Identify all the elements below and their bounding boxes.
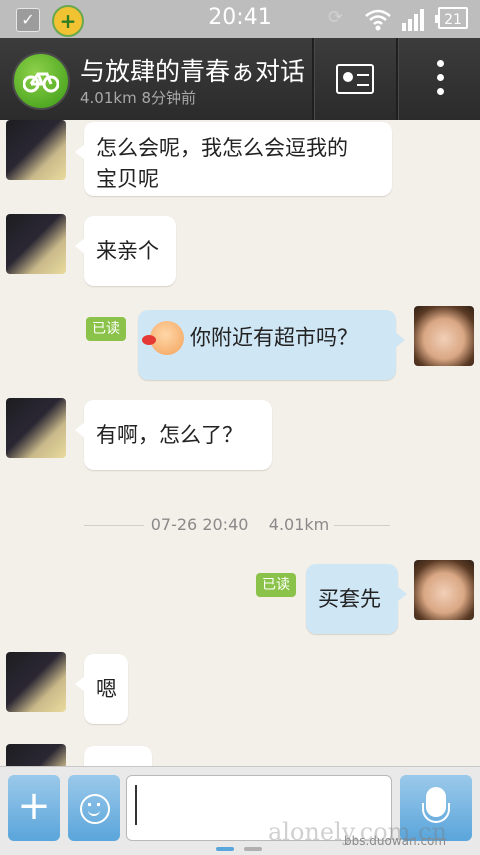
page-indicator xyxy=(216,847,266,853)
read-badge: 已读 xyxy=(256,573,296,597)
message-text: 有啊，怎么了？ xyxy=(96,423,243,447)
message-bubble-self[interactable]: 你附近有超市吗？ xyxy=(138,310,405,380)
message-text-line: 宝贝呢 xyxy=(96,167,159,191)
signal-icon xyxy=(402,9,424,31)
contact-avatar[interactable] xyxy=(6,652,66,712)
chat-header: 与放肆的青春ぁ对话 4.01km 8分钟前 xyxy=(0,38,480,120)
contact-avatar[interactable] xyxy=(6,120,66,180)
self-avatar[interactable] xyxy=(414,560,474,620)
message-list[interactable]: 怎么会呢，我怎么会逗我的 宝贝呢 来亲个 已读 你附近有超市吗？ 有啊，怎么了？… xyxy=(0,120,480,766)
chat-title: 与放肆的青春ぁ对话 xyxy=(80,57,306,86)
wifi-icon xyxy=(365,9,391,31)
time-separator: 07-26 20:40 4.01km xyxy=(0,515,480,534)
message-bubble[interactable]: 怎么会呢，我怎么会逗我的 宝贝呢 xyxy=(75,122,392,196)
message-text: 你附近有超市吗？ xyxy=(190,325,358,350)
smiley-icon xyxy=(80,794,110,824)
chat-subtitle: 4.01km 8分钟前 xyxy=(80,89,197,107)
sync-icon: ⟳ xyxy=(328,7,344,28)
header-divider xyxy=(312,38,315,120)
contact-avatar[interactable] xyxy=(6,214,66,274)
separator-line xyxy=(334,525,390,526)
contact-avatar[interactable] xyxy=(6,398,66,458)
contact-avatar[interactable] xyxy=(6,744,66,766)
separator-time: 07-26 20:40 xyxy=(150,515,249,534)
message-text: 买套先 xyxy=(318,587,381,611)
separator-distance: 4.01km xyxy=(268,515,330,534)
message-text-line: 怎么会呢，我怎么会逗我的 xyxy=(96,136,348,160)
header-divider xyxy=(396,38,399,120)
message-bubble-self[interactable]: 买套先 xyxy=(306,564,407,634)
emoji-button[interactable] xyxy=(68,775,120,841)
message-bubble[interactable] xyxy=(84,746,152,766)
message-text: 来亲个 xyxy=(96,239,159,263)
text-cursor xyxy=(135,785,137,825)
message-text: 嗯 xyxy=(96,677,117,701)
blush-face-emoji xyxy=(142,321,184,355)
status-bar: ✓ + 20:41 ⟳ 21 xyxy=(0,0,480,38)
read-badge: 已读 xyxy=(86,317,126,341)
profile-card-icon[interactable] xyxy=(336,64,374,94)
page-dot-active xyxy=(216,847,234,851)
watermark: bbs.duowan.com xyxy=(344,834,447,848)
message-bubble[interactable]: 嗯 xyxy=(75,654,128,724)
message-bubble[interactable]: 有啊，怎么了？ xyxy=(75,400,272,470)
contact-avatar[interactable] xyxy=(12,52,70,110)
more-menu-icon[interactable] xyxy=(432,60,448,100)
microphone-icon xyxy=(422,787,450,823)
page-dot xyxy=(244,847,262,851)
battery-icon: 21 xyxy=(435,7,468,29)
add-attachment-button[interactable]: + xyxy=(8,775,60,841)
bicycle-icon xyxy=(23,72,59,93)
self-avatar[interactable] xyxy=(414,306,474,366)
message-bubble[interactable]: 来亲个 xyxy=(75,216,176,286)
